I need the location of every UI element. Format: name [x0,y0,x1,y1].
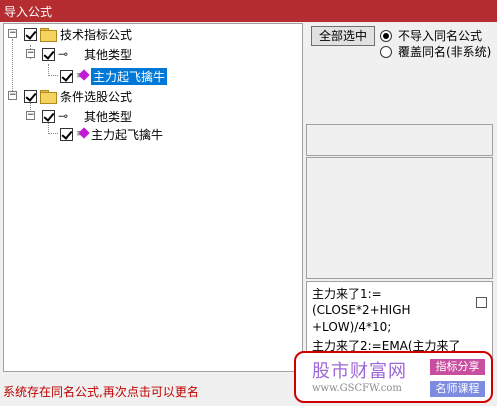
watermark-tag: 名师课程 [430,381,485,397]
node-label: 条件选股公式 [60,89,133,104]
node-checkbox[interactable] [60,69,73,83]
tree-node-other-type[interactable]: ⊸ 其他类型 [42,45,132,63]
tree-node-formula[interactable]: ≡ 主力起飞擒牛 [60,125,163,143]
node-checkbox[interactable] [42,47,55,61]
select-all-button[interactable]: 全部选中 [311,26,375,46]
formula-line: 主力来了1:= [312,287,382,301]
formula-diamond-icon: ≡ [76,69,90,82]
node-checkbox[interactable] [42,109,55,123]
info-panel-top [306,124,493,156]
node-checkbox[interactable] [60,127,73,141]
tree-connector [48,133,58,134]
radio-circle[interactable] [380,45,392,58]
radio-overwrite[interactable]: 覆盖同名(非系统) [380,43,491,60]
key-icon: ⊸ [58,47,69,61]
key-icon: ⊸ [58,109,69,123]
watermark-logo: 股市财富网 www.GSCFW.com 指标分享 名师课程 [294,351,493,403]
tree-connector [48,75,58,76]
tree-node-other-type[interactable]: ⊸ 其他类型 [42,107,132,125]
node-label: 技术指标公式 [60,27,133,42]
folder-icon [40,90,57,104]
radio-circle-checked[interactable] [380,29,392,42]
folder-icon [40,28,57,42]
collapse-toggle-icon[interactable]: − [8,29,17,38]
node-checkbox[interactable] [24,27,37,41]
formula-line: +LOW)/4*10; [312,320,392,334]
tree-node-tech-indicators[interactable]: 技术指标公式 [24,25,132,43]
status-message: 系统存在同名公式,再次点击可以更名 [3,385,199,399]
collapse-toggle-icon[interactable]: − [26,49,35,58]
tree-node-formula[interactable]: ≡ 主力起飞擒牛 [60,67,168,85]
tree-connector [12,39,13,97]
watermark-url: www.GSCFW.com [312,383,402,394]
watermark-tag: 指标分享 [430,359,485,375]
watermark-brand: 股市财富网 [312,361,407,382]
node-label: 其他类型 [84,109,133,124]
collapse-toggle-icon[interactable]: − [26,111,35,120]
window-title: 导入公式 [4,5,53,19]
node-label: 其他类型 [84,47,133,62]
title-bar[interactable]: 导入公式 [0,0,497,22]
node-label: 主力起飞擒牛 [91,127,164,142]
node-label-selected: 主力起飞擒牛 [91,67,168,85]
node-checkbox[interactable] [24,89,37,103]
collapse-toggle-icon[interactable]: − [8,91,17,100]
tree-node-stock-screening[interactable]: 条件选股公式 [24,87,132,105]
preview-checkbox[interactable] [476,297,487,308]
formula-tree[interactable]: − 技术指标公式 − ⊸ 其他类型 ≡ 主力起飞擒牛 − 条件选股公式 − ⊸ … [3,23,303,372]
radio-no-import[interactable]: 不导入同名公式 [380,27,482,44]
info-panel-middle [306,157,493,279]
radio-label: 覆盖同名(非系统) [398,45,492,59]
formula-line: (CLOSE*2+HIGH [312,303,411,317]
formula-diamond-icon: ≡ [76,127,90,140]
radio-label: 不导入同名公式 [398,29,483,43]
